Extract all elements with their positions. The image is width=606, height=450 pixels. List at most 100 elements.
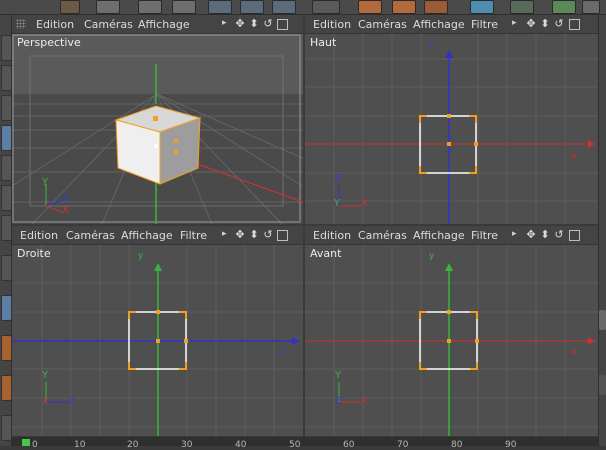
pen-tool-icon[interactable] bbox=[510, 0, 534, 14]
menu-overflow-arrow-icon[interactable]: ▸ bbox=[512, 18, 517, 28]
move-view-icon[interactable]: ✥ bbox=[525, 229, 537, 241]
edges-mode-icon[interactable] bbox=[1, 155, 12, 181]
texture-mode-icon[interactable] bbox=[1, 65, 12, 91]
viewport-perspective[interactable]: Perspective Y Z X bbox=[12, 34, 303, 224]
rotate-view-icon[interactable]: ↺ bbox=[553, 229, 565, 241]
axis-label-x: X bbox=[361, 198, 368, 209]
paint-icon[interactable] bbox=[1, 375, 12, 401]
menu-affichage[interactable]: Affichage bbox=[138, 18, 190, 31]
timeline-playhead[interactable] bbox=[22, 439, 30, 446]
timeline-tick: 80 bbox=[451, 440, 463, 450]
sculpt-icon[interactable] bbox=[1, 335, 12, 361]
rotate-tool-icon[interactable] bbox=[172, 0, 196, 14]
rotate-view-icon[interactable]: ↺ bbox=[262, 229, 274, 241]
move-view-icon[interactable]: ✥ bbox=[234, 18, 246, 30]
attributes-tab[interactable] bbox=[599, 310, 606, 330]
perspective-scene bbox=[12, 34, 303, 224]
axis-label-y: Y bbox=[42, 370, 49, 381]
undo-icon[interactable] bbox=[60, 0, 80, 14]
menu-overflow-arrow-icon[interactable]: ▸ bbox=[222, 18, 227, 28]
menu-filtre[interactable]: Filtre bbox=[471, 229, 498, 242]
axis-mode-icon[interactable] bbox=[1, 95, 12, 121]
menu-filtre[interactable]: Filtre bbox=[471, 18, 498, 31]
viewport-label: Droite bbox=[17, 247, 51, 260]
viewport-menubar: Edition Caméras Affichage ▸ ✥ ⬍ ↺ bbox=[12, 15, 303, 34]
axis-label-z: Z bbox=[335, 396, 342, 407]
axis-label-x: X bbox=[42, 396, 49, 407]
menu-edition[interactable]: Edition bbox=[36, 18, 74, 31]
maximize-view-icon[interactable] bbox=[569, 230, 580, 241]
menu-cameras[interactable]: Caméras bbox=[358, 18, 407, 31]
maximize-view-icon[interactable] bbox=[569, 19, 580, 30]
timeline-tick: 0 bbox=[32, 440, 38, 450]
axis-label-x-right: x bbox=[571, 347, 577, 357]
timeline-tick: 50 bbox=[289, 440, 301, 450]
viewport-label: Avant bbox=[310, 247, 342, 260]
menu-cameras[interactable]: Caméras bbox=[84, 18, 133, 31]
points-mode-icon[interactable] bbox=[1, 125, 12, 151]
menu-edition[interactable]: Edition bbox=[313, 18, 351, 31]
panel-grip-icon[interactable] bbox=[16, 19, 26, 29]
maximize-view-icon[interactable] bbox=[277, 19, 288, 30]
timeline-tick: 90 bbox=[505, 440, 517, 450]
x-axis-lock-icon[interactable] bbox=[208, 0, 232, 14]
menu-cameras[interactable]: Caméras bbox=[358, 229, 407, 242]
menu-cameras[interactable]: Caméras bbox=[66, 229, 115, 242]
render-region-icon[interactable] bbox=[392, 0, 416, 14]
timeline-tick: 40 bbox=[235, 440, 247, 450]
render-view-icon[interactable] bbox=[358, 0, 382, 14]
timeline-tick: 60 bbox=[343, 440, 355, 450]
timeline-tick: 20 bbox=[127, 440, 139, 450]
axis-label-z: Z bbox=[62, 193, 69, 204]
viewport-panel-front: Edition Caméras Affichage Filtre ▸ ✥ ⬍ ↺ bbox=[305, 226, 598, 436]
scale-tool-icon[interactable] bbox=[138, 0, 162, 14]
menu-affichage[interactable]: Affichage bbox=[413, 229, 465, 242]
menu-overflow-arrow-icon[interactable]: ▸ bbox=[512, 229, 517, 239]
menu-overflow-arrow-icon[interactable]: ▸ bbox=[222, 229, 227, 239]
coordinate-system-icon[interactable] bbox=[312, 0, 340, 14]
menu-affichage[interactable]: Affichage bbox=[121, 229, 173, 242]
viewport-label: Perspective bbox=[17, 36, 81, 49]
move-tool-icon[interactable] bbox=[96, 0, 120, 14]
menu-affichage[interactable]: Affichage bbox=[413, 18, 465, 31]
axis-label-z: Z bbox=[68, 396, 75, 407]
axis-label-y: Y bbox=[335, 370, 342, 381]
zoom-view-icon[interactable]: ⬍ bbox=[539, 229, 551, 241]
model-mode-icon[interactable] bbox=[1, 35, 12, 61]
right-view-scene bbox=[12, 245, 303, 436]
axis-label-y: Y bbox=[334, 198, 341, 209]
viewport-top[interactable]: Haut z x Z Y X bbox=[305, 34, 598, 224]
layers-tab[interactable] bbox=[599, 375, 606, 395]
polygons-mode-icon[interactable] bbox=[1, 185, 12, 211]
cube-object-icon[interactable] bbox=[470, 0, 494, 14]
menu-edition[interactable]: Edition bbox=[313, 229, 351, 242]
front-view-scene bbox=[305, 245, 598, 436]
menu-filtre[interactable]: Filtre bbox=[180, 229, 207, 242]
move-view-icon[interactable]: ✥ bbox=[234, 229, 246, 241]
y-axis-lock-icon[interactable] bbox=[240, 0, 264, 14]
rotate-view-icon[interactable]: ↺ bbox=[262, 18, 274, 30]
axis-label-y-top: y bbox=[429, 251, 435, 261]
axis-gizmo-front bbox=[338, 382, 361, 403]
snap-icon[interactable] bbox=[1, 215, 12, 241]
lock-workplane-icon[interactable] bbox=[1, 295, 12, 321]
zoom-view-icon[interactable]: ⬍ bbox=[539, 18, 551, 30]
deformer-icon[interactable] bbox=[582, 0, 600, 14]
cube-object[interactable] bbox=[114, 105, 202, 185]
axis-label-x: X bbox=[361, 396, 368, 407]
viewport-front[interactable]: Avant y x Y X Z bbox=[305, 245, 598, 436]
timeline-tick: 10 bbox=[74, 440, 86, 450]
subdivision-icon[interactable] bbox=[552, 0, 576, 14]
menu-edition[interactable]: Edition bbox=[20, 229, 58, 242]
workplane-icon[interactable] bbox=[1, 255, 12, 281]
viewport-right[interactable]: Droite y z Y Z X bbox=[12, 245, 303, 436]
zoom-view-icon[interactable]: ⬍ bbox=[248, 18, 260, 30]
axis-label-x: X bbox=[62, 205, 69, 216]
maximize-view-icon[interactable] bbox=[277, 230, 288, 241]
viewport-menubar: Edition Caméras Affichage Filtre ▸ ✥ ⬍ ↺ bbox=[12, 226, 303, 245]
move-view-icon[interactable]: ✥ bbox=[525, 18, 537, 30]
render-settings-icon[interactable] bbox=[424, 0, 448, 14]
z-axis-lock-icon[interactable] bbox=[272, 0, 296, 14]
rotate-view-icon[interactable]: ↺ bbox=[553, 18, 565, 30]
zoom-view-icon[interactable]: ⬍ bbox=[248, 229, 260, 241]
